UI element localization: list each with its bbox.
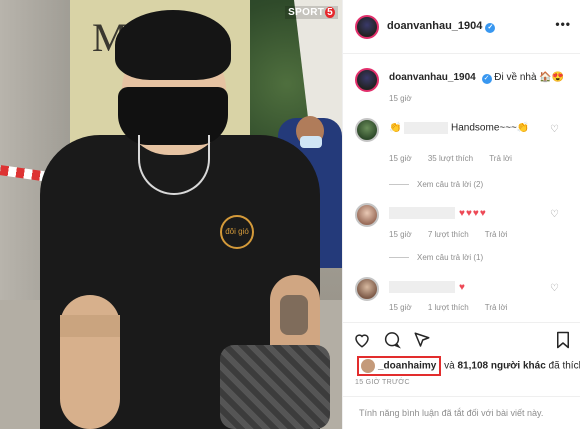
sport5-watermark: SPORT 5: [285, 6, 338, 19]
shoulder-bag: [220, 345, 330, 429]
share-send-icon[interactable]: [413, 331, 431, 354]
caption-time[interactable]: 15 giờ: [389, 94, 412, 103]
replies-line: [389, 184, 409, 186]
likes-count[interactable]: 81,108 người khác: [457, 361, 545, 372]
comments-disabled-notice: Tính năng bình luận đã tắt đối với bài v…: [343, 396, 580, 429]
comment-reply-button[interactable]: Trả lời: [489, 154, 512, 163]
verified-badge-icon: ✓: [485, 23, 496, 33]
hair: [115, 10, 231, 80]
liker-username[interactable]: _doanhaimy: [378, 361, 436, 372]
comment-avatar[interactable]: [355, 118, 379, 142]
post-photo[interactable]: MENO đôi gió SPORT5: [0, 0, 342, 429]
more-options-icon[interactable]: •••: [555, 17, 571, 31]
comment-bubble-icon[interactable]: [383, 331, 401, 354]
comment-meta: 15 giờ 7 lượt thích Trả lời: [389, 230, 521, 239]
post-time-ago[interactable]: 15 GIỜ TRƯỚC: [355, 379, 410, 386]
caption-avatar[interactable]: [355, 68, 379, 92]
redacted-username: [404, 122, 449, 134]
comment-text: 👏 Handsome~~~👏: [389, 122, 529, 134]
liker-avatar[interactable]: [361, 359, 375, 373]
comment-body: Handsome~~~👏: [451, 122, 530, 134]
like-heart-icon[interactable]: [353, 331, 371, 354]
comment-meta: 15 giờ 1 lượt thích Trả lời: [389, 303, 521, 312]
main-person: đôi gió: [30, 5, 330, 429]
comment-like-icon[interactable]: ♡: [550, 124, 559, 135]
arm-band: [60, 315, 120, 337]
comment-prefix-icon: 👏: [389, 122, 402, 134]
redacted-username: [389, 281, 455, 293]
comment-text: ♥: [389, 281, 466, 293]
post-header: doanvanhau_1904 ✓ •••: [343, 0, 580, 54]
author-username[interactable]: doanvanhau_1904 ✓: [387, 20, 496, 33]
likes-and: và: [444, 360, 455, 372]
comment-likes[interactable]: 35 lượt thích: [428, 154, 473, 163]
post-sidebar: doanvanhau_1904 ✓ ••• doanvanhau_1904 ✓ Đ…: [342, 0, 580, 429]
comment-reply-button[interactable]: Trả lời: [485, 230, 508, 239]
comment-avatar[interactable]: [355, 277, 379, 301]
comment-meta: 15 giờ 35 lượt thích Trả lời: [389, 154, 526, 163]
likes-suffix: đã thích: [548, 360, 580, 372]
caption-verified-icon: ✓: [481, 74, 492, 84]
comment-text: ♥♥♥♥: [389, 207, 487, 219]
highlighted-liker[interactable]: _doanhaimy: [357, 356, 442, 376]
author-avatar[interactable]: [355, 15, 379, 39]
replies-line: [389, 257, 409, 259]
watermark-badge: 5: [325, 7, 335, 18]
caption-body: Đi về nhà 🏠😍: [494, 72, 565, 83]
author-username-text[interactable]: doanvanhau_1904: [387, 20, 482, 32]
comment-like-icon[interactable]: ♡: [550, 283, 559, 294]
comment-time[interactable]: 15 giờ: [389, 154, 412, 163]
comment-likes[interactable]: 1 lượt thích: [428, 303, 469, 312]
comment-avatar[interactable]: [355, 203, 379, 227]
bookmark-icon[interactable]: [555, 331, 571, 354]
arm-tattoo: [280, 295, 308, 335]
view-replies-label[interactable]: Xem câu trả lời (2): [417, 180, 483, 189]
caption-text: doanvanhau_1904 ✓ Đi về nhà 🏠😍: [389, 72, 564, 84]
comment-like-icon[interactable]: ♡: [550, 209, 559, 220]
comment-reply-button[interactable]: Trả lời: [485, 303, 508, 312]
view-replies-button[interactable]: Xem câu trả lời (1): [389, 253, 483, 262]
comment-likes[interactable]: 7 lượt thích: [428, 230, 469, 239]
comment-hearts: ♥: [459, 281, 466, 293]
caption-username[interactable]: doanvanhau_1904: [389, 72, 476, 83]
redacted-username: [389, 207, 455, 219]
shirt-logo: đôi gió: [220, 215, 254, 249]
caption-meta: 15 giờ: [389, 94, 426, 103]
watermark-text: SPORT: [288, 7, 325, 18]
view-replies-button[interactable]: Xem câu trả lời (2): [389, 180, 483, 189]
view-replies-label[interactable]: Xem câu trả lời (1): [417, 253, 483, 262]
likes-summary: _doanhaimy và 81,108 người khác đã thích: [353, 354, 580, 376]
comment-hearts: ♥♥♥♥: [459, 207, 487, 219]
comment-time[interactable]: 15 giờ: [389, 230, 412, 239]
comment-time[interactable]: 15 giờ: [389, 303, 412, 312]
